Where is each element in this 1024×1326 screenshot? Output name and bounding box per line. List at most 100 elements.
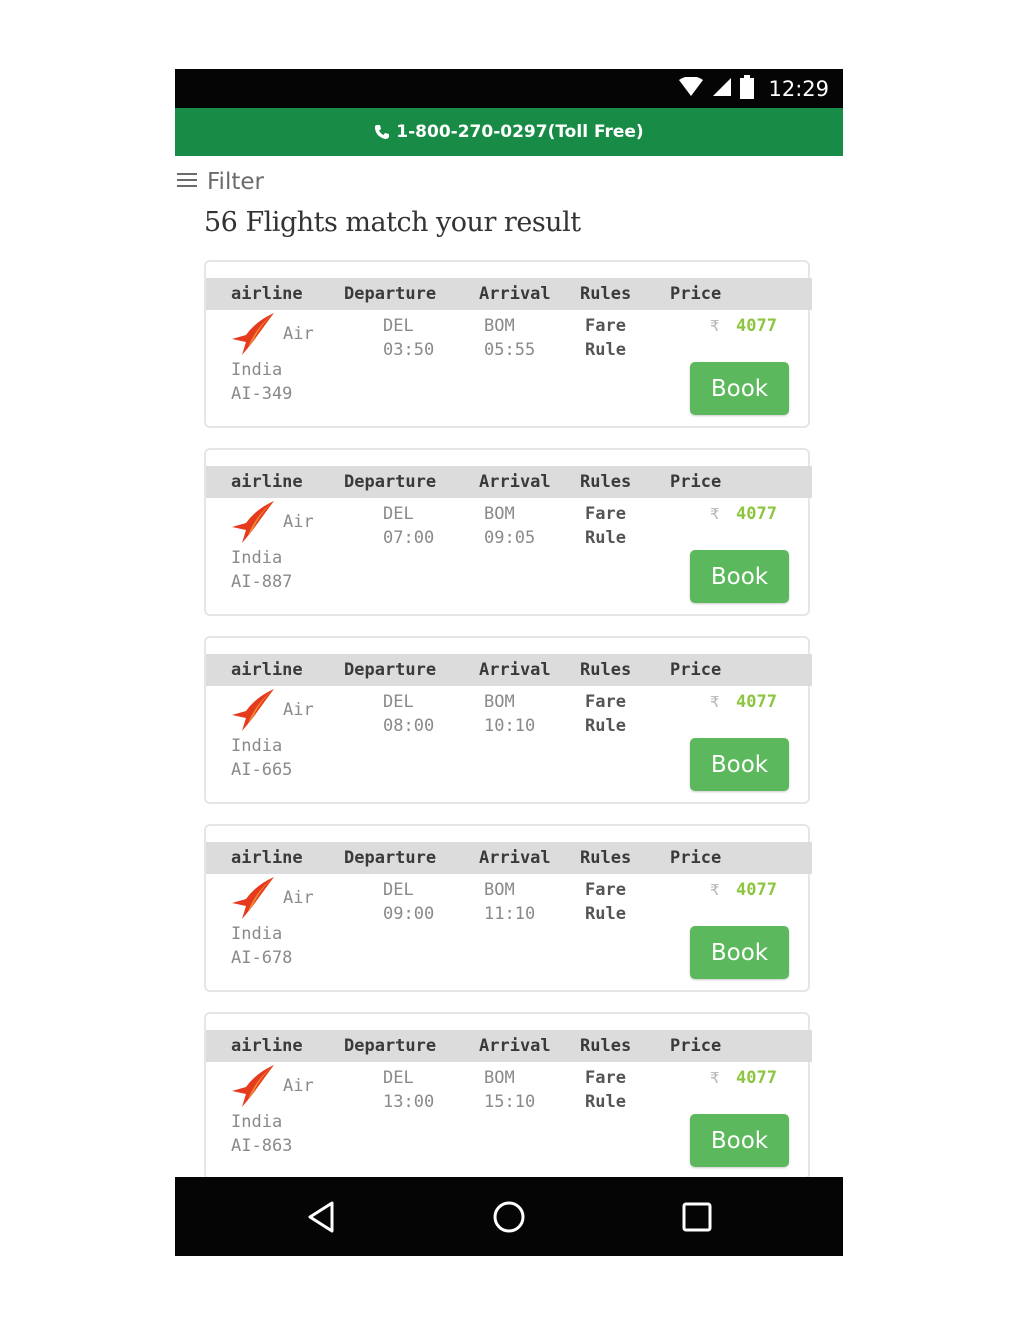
rupee-icon: ₹ (710, 693, 720, 711)
air-india-logo-icon (230, 689, 276, 731)
header-price: Price (670, 472, 722, 492)
flight-number: AI-665 (231, 760, 293, 780)
header-departure: Departure (344, 472, 437, 492)
departure-code: DEL (383, 880, 414, 900)
arrival-code: BOM (484, 880, 515, 900)
android-nav-bar (175, 1177, 843, 1256)
card-header-row: airline Departure Arrival Rules Price (206, 654, 812, 686)
hamburger-menu-icon (177, 169, 197, 195)
header-arrival: Arrival (479, 660, 551, 680)
departure-code: DEL (383, 504, 414, 524)
flight-card: airline Departure Arrival Rules Price Ai… (204, 636, 812, 804)
air-india-logo-icon (230, 877, 276, 919)
results-count-heading: 56 Flights match your result (204, 207, 581, 238)
header-rules: Rules (580, 848, 632, 868)
airline-name-line2: India (231, 924, 283, 944)
header-rules: Rules (580, 660, 632, 680)
air-india-logo-icon (230, 501, 276, 543)
fare-rule-link-line2[interactable]: Rule (585, 1090, 626, 1114)
phone-screen: 12:29 1-800-270-0297(Toll Free) Filter 5… (175, 69, 843, 1256)
book-button[interactable]: Book (690, 1114, 789, 1167)
wifi-icon (678, 75, 704, 101)
book-button[interactable]: Book (690, 362, 789, 415)
header-departure: Departure (344, 1036, 437, 1056)
departure-code: DEL (383, 316, 414, 336)
price-value: 4077 (736, 504, 777, 524)
price-value: 4077 (736, 1068, 777, 1088)
header-price: Price (670, 284, 722, 304)
toll-free-number: 1-800-270-0297(Toll Free) (396, 122, 644, 142)
header-price: Price (670, 660, 722, 680)
flight-number: AI-678 (231, 948, 293, 968)
card-header-row: airline Departure Arrival Rules Price (206, 466, 812, 498)
header-arrival: Arrival (479, 472, 551, 492)
header-airline: airline (231, 848, 303, 868)
arrival-time: 05:55 (484, 340, 536, 360)
departure-time: 13:00 (383, 1092, 435, 1112)
filter-label: Filter (207, 169, 264, 195)
fare-rule-link[interactable]: Fare (585, 502, 626, 526)
flight-number: AI-863 (231, 1136, 293, 1156)
fare-rule-link[interactable]: Fare (585, 1066, 626, 1090)
rupee-icon: ₹ (710, 1069, 720, 1087)
card-header-row: airline Departure Arrival Rules Price (206, 842, 812, 874)
rupee-icon: ₹ (710, 881, 720, 899)
arrival-time: 11:10 (484, 904, 536, 924)
airline-name-line2: India (231, 548, 283, 568)
header-airline: airline (231, 472, 303, 492)
flight-number: AI-887 (231, 572, 293, 592)
fare-rule-link-line2[interactable]: Rule (585, 338, 626, 362)
header-price: Price (670, 848, 722, 868)
airline-name-line1: Air (283, 888, 314, 908)
phone-icon (374, 124, 390, 140)
header-airline: airline (231, 1036, 303, 1056)
arrival-code: BOM (484, 1068, 515, 1088)
header-departure: Departure (344, 848, 437, 868)
book-button[interactable]: Book (690, 550, 789, 603)
arrival-time: 15:10 (484, 1092, 536, 1112)
fare-rule-link[interactable]: Fare (585, 690, 626, 714)
header-departure: Departure (344, 660, 437, 680)
card-header-row: airline Departure Arrival Rules Price (206, 278, 812, 310)
recents-square-icon[interactable] (677, 1197, 717, 1237)
departure-time: 08:00 (383, 716, 435, 736)
header-airline: airline (231, 284, 303, 304)
header-departure: Departure (344, 284, 437, 304)
arrival-time: 09:05 (484, 528, 536, 548)
departure-time: 03:50 (383, 340, 435, 360)
fare-rule-link[interactable]: Fare (585, 878, 626, 902)
fare-rule-link-line2[interactable]: Rule (585, 902, 626, 926)
header-arrival: Arrival (479, 848, 551, 868)
flight-card: airline Departure Arrival Rules Price Ai… (204, 260, 812, 428)
book-button[interactable]: Book (690, 738, 789, 791)
arrival-code: BOM (484, 504, 515, 524)
departure-time: 09:00 (383, 904, 435, 924)
back-triangle-icon[interactable] (302, 1197, 342, 1237)
toll-free-bar[interactable]: 1-800-270-0297(Toll Free) (175, 108, 843, 156)
fare-rule-link[interactable]: Fare (585, 314, 626, 338)
fare-rule-link-line2[interactable]: Rule (585, 526, 626, 550)
cellular-signal-icon (712, 77, 732, 101)
header-rules: Rules (580, 1036, 632, 1056)
arrival-code: BOM (484, 316, 515, 336)
arrival-time: 10:10 (484, 716, 536, 736)
header-price: Price (670, 1036, 722, 1056)
status-bar: 12:29 (175, 69, 843, 108)
header-rules: Rules (580, 472, 632, 492)
airline-name-line2: India (231, 1112, 283, 1132)
status-icons: 12:29 (678, 69, 829, 108)
home-circle-icon[interactable] (489, 1197, 529, 1237)
air-india-logo-icon (230, 313, 276, 355)
book-button[interactable]: Book (690, 926, 789, 979)
airline-name-line2: India (231, 360, 283, 380)
airline-name-line1: Air (283, 512, 314, 532)
rupee-icon: ₹ (710, 317, 720, 335)
airline-name-line1: Air (283, 324, 314, 344)
status-time: 12:29 (768, 76, 829, 101)
fare-rule-link-line2[interactable]: Rule (585, 714, 626, 738)
airline-name-line2: India (231, 736, 283, 756)
air-india-logo-icon (230, 1065, 276, 1107)
rupee-icon: ₹ (710, 505, 720, 523)
price-value: 4077 (736, 316, 777, 336)
filter-toggle[interactable]: Filter (177, 165, 264, 199)
